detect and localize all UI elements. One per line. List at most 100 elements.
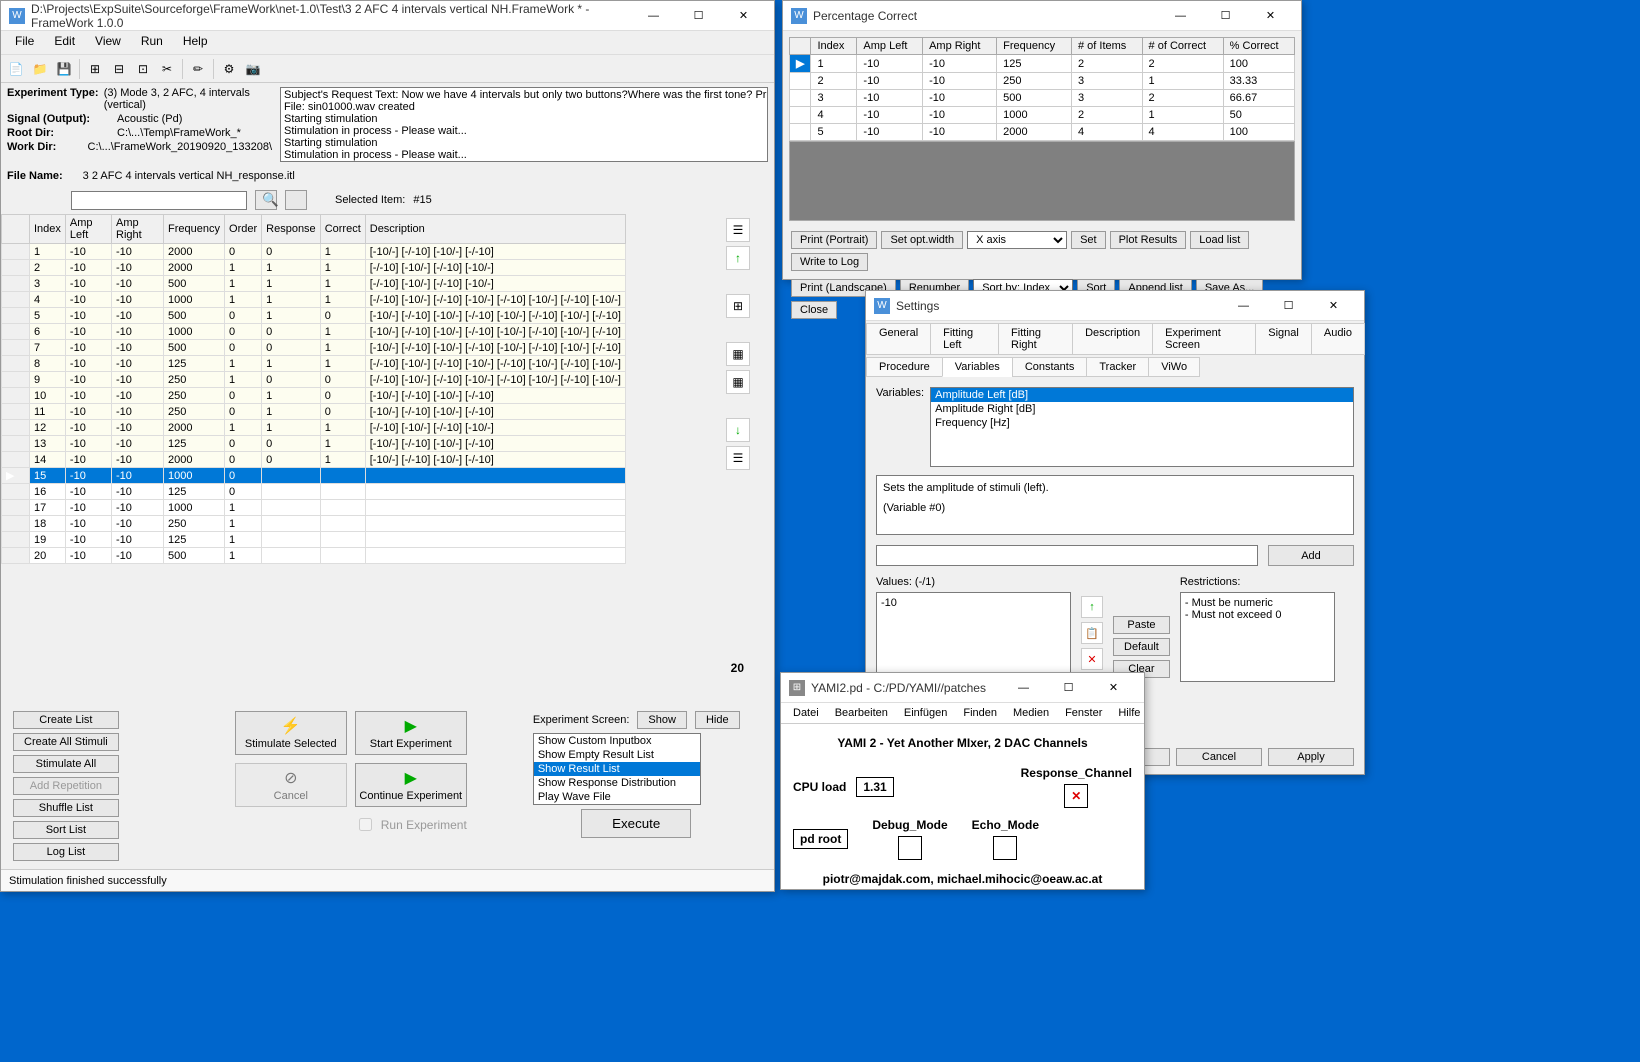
percentage-table[interactable]: IndexAmp LeftAmp RightFrequency# of Item… [789,37,1295,141]
table-row[interactable]: 17-10-1010001 [2,500,626,516]
continue-experiment-button[interactable]: ▶Continue Experiment [355,763,467,807]
set-width-button[interactable]: Set opt.width [881,231,963,249]
tab-constants[interactable]: Constants [1012,357,1088,377]
maximize-icon[interactable]: ☐ [1266,292,1311,320]
clear-button[interactable] [285,190,307,210]
table-row[interactable]: 2-10-102503133.33 [790,73,1295,90]
side-icon[interactable]: ▦ [726,342,750,366]
log-button[interactable]: Log List [13,843,119,861]
table-row[interactable]: 11-10-10250010[-10/-] [-/-10] [-10/-] [-… [2,404,626,420]
apply-button[interactable]: Apply [1268,748,1354,766]
table-row[interactable]: 20-10-105001 [2,548,626,564]
plot-button[interactable]: Plot Results [1110,231,1187,249]
list-item[interactable]: Show Custom Inputbox [534,734,700,748]
table-row[interactable]: 9-10-10250100[-/-10] [-10/-] [-/-10] [-1… [2,372,626,388]
table-row[interactable]: 18-10-102501 [2,516,626,532]
tab-viwo[interactable]: ViWo [1148,357,1200,377]
delete-icon[interactable]: ✕ [1081,648,1103,670]
menu-datei[interactable]: Datei [787,705,825,721]
menu-edit[interactable]: Edit [44,31,85,54]
tab-audio[interactable]: Audio [1311,323,1365,355]
tool-icon[interactable]: ⊟ [108,58,130,80]
table-header[interactable]: Frequency [164,215,225,244]
table-row[interactable]: 13-10-10125001[-10/-] [-/-10] [-10/-] [-… [2,436,626,452]
var-item[interactable]: Amplitude Left [dB] [931,388,1353,402]
menu-file[interactable]: File [5,31,44,54]
tab-tracker[interactable]: Tracker [1086,357,1149,377]
var-item[interactable]: Amplitude Right [dB] [931,402,1353,416]
menu-bearbeiten[interactable]: Bearbeiten [829,705,894,721]
arrow-down-icon[interactable]: ↓ [726,418,750,442]
table-header[interactable]: Amp Left [857,38,923,55]
menu-run[interactable]: Run [131,31,173,54]
echo-box[interactable] [993,836,1017,860]
menu-fenster[interactable]: Fenster [1059,705,1108,721]
execute-button[interactable]: Execute [581,809,691,838]
table-row[interactable]: 3-10-105003266.67 [790,90,1295,107]
list-item[interactable]: Show Result List [534,762,700,776]
debug-box[interactable] [898,836,922,860]
tab-fitting-left[interactable]: Fitting Left [930,323,999,355]
table-row[interactable]: 1-10-102000001[-10/-] [-/-10] [-10/-] [-… [2,244,626,260]
table-header[interactable]: % Correct [1223,38,1294,55]
main-table[interactable]: IndexAmp LeftAmp RightFrequencyOrderResp… [1,214,626,564]
search-button[interactable]: 🔍 [255,190,277,210]
var-item[interactable]: Frequency [Hz] [931,416,1353,430]
cancel-button[interactable]: Cancel [1176,748,1262,766]
add-button[interactable]: Add [1268,545,1354,566]
table-header[interactable]: Index [811,38,857,55]
tab-exp-screen[interactable]: Experiment Screen [1152,323,1256,355]
values-box[interactable]: -10 [876,592,1071,682]
maximize-icon[interactable]: ☐ [676,2,721,30]
print-portrait-button[interactable]: Print (Portrait) [791,231,877,249]
start-experiment-button[interactable]: ▶Start Experiment [355,711,467,755]
minimize-icon[interactable]: — [1001,674,1046,702]
table-header[interactable]: Correct [320,215,365,244]
list-item[interactable]: Show Response Distribution [534,776,700,790]
list-item[interactable]: Play Wave File [534,790,700,804]
table-row[interactable]: 5-10-10200044100 [790,124,1295,141]
minimize-icon[interactable]: — [631,2,676,30]
create-list-button[interactable]: Create List [13,711,119,729]
table-header[interactable]: Amp Left [65,215,111,244]
search-input[interactable] [71,191,247,210]
menu-view[interactable]: View [85,31,131,54]
table-row[interactable]: 14-10-102000001[-10/-] [-/-10] [-10/-] [… [2,452,626,468]
copy-icon[interactable]: 📋 [1081,622,1103,644]
write-log-button[interactable]: Write to Log [791,253,868,271]
table-header[interactable]: Response [262,215,321,244]
side-icon[interactable]: ⊞ [726,294,750,318]
close-icon[interactable]: ✕ [1091,674,1136,702]
tab-description[interactable]: Description [1072,323,1153,355]
show-button[interactable]: Show [637,711,687,729]
tool-icon[interactable]: ⊡ [132,58,154,80]
table-row[interactable]: 12-10-102000111[-/-10] [-10/-] [-/-10] [… [2,420,626,436]
table-row[interactable]: 6-10-101000001[-10/-] [-/-10] [-10/-] [-… [2,324,626,340]
menu-einfuegen[interactable]: Einfügen [898,705,953,721]
tool-icon[interactable]: 📷 [242,58,264,80]
tab-general[interactable]: General [866,323,931,355]
table-row[interactable]: 3-10-10500111[-/-10] [-10/-] [-/-10] [-1… [2,276,626,292]
shuffle-button[interactable]: Shuffle List [13,799,119,817]
side-icon[interactable]: ☰ [726,218,750,242]
stimulate-all-button[interactable]: Stimulate All [13,755,119,773]
table-header[interactable]: Amp Right [923,38,997,55]
default-button[interactable]: Default [1113,638,1170,656]
list-item[interactable]: Show Empty Result List [534,748,700,762]
table-row[interactable]: 2-10-102000111[-/-10] [-10/-] [-/-10] [-… [2,260,626,276]
save-icon[interactable]: 💾 [53,58,75,80]
create-stimuli-button[interactable]: Create All Stimuli [13,733,119,751]
set-button[interactable]: Set [1071,231,1106,249]
close-icon[interactable]: ✕ [1311,292,1356,320]
list-item[interactable]: Any Debug Function [534,804,700,805]
xaxis-select[interactable]: X axis [967,231,1067,249]
table-row[interactable]: 4-10-101000111[-/-10] [-10/-] [-/-10] [-… [2,292,626,308]
arrow-up-icon[interactable]: ↑ [1081,596,1103,618]
side-icon[interactable]: ☰ [726,446,750,470]
stimulate-selected-button[interactable]: ⚡Stimulate Selected [235,711,347,755]
menu-help[interactable]: Help [173,31,218,54]
table-header[interactable]: # of Items [1071,38,1142,55]
menu-finden[interactable]: Finden [957,705,1003,721]
load-button[interactable]: Load list [1190,231,1249,249]
new-icon[interactable]: 📄 [5,58,27,80]
